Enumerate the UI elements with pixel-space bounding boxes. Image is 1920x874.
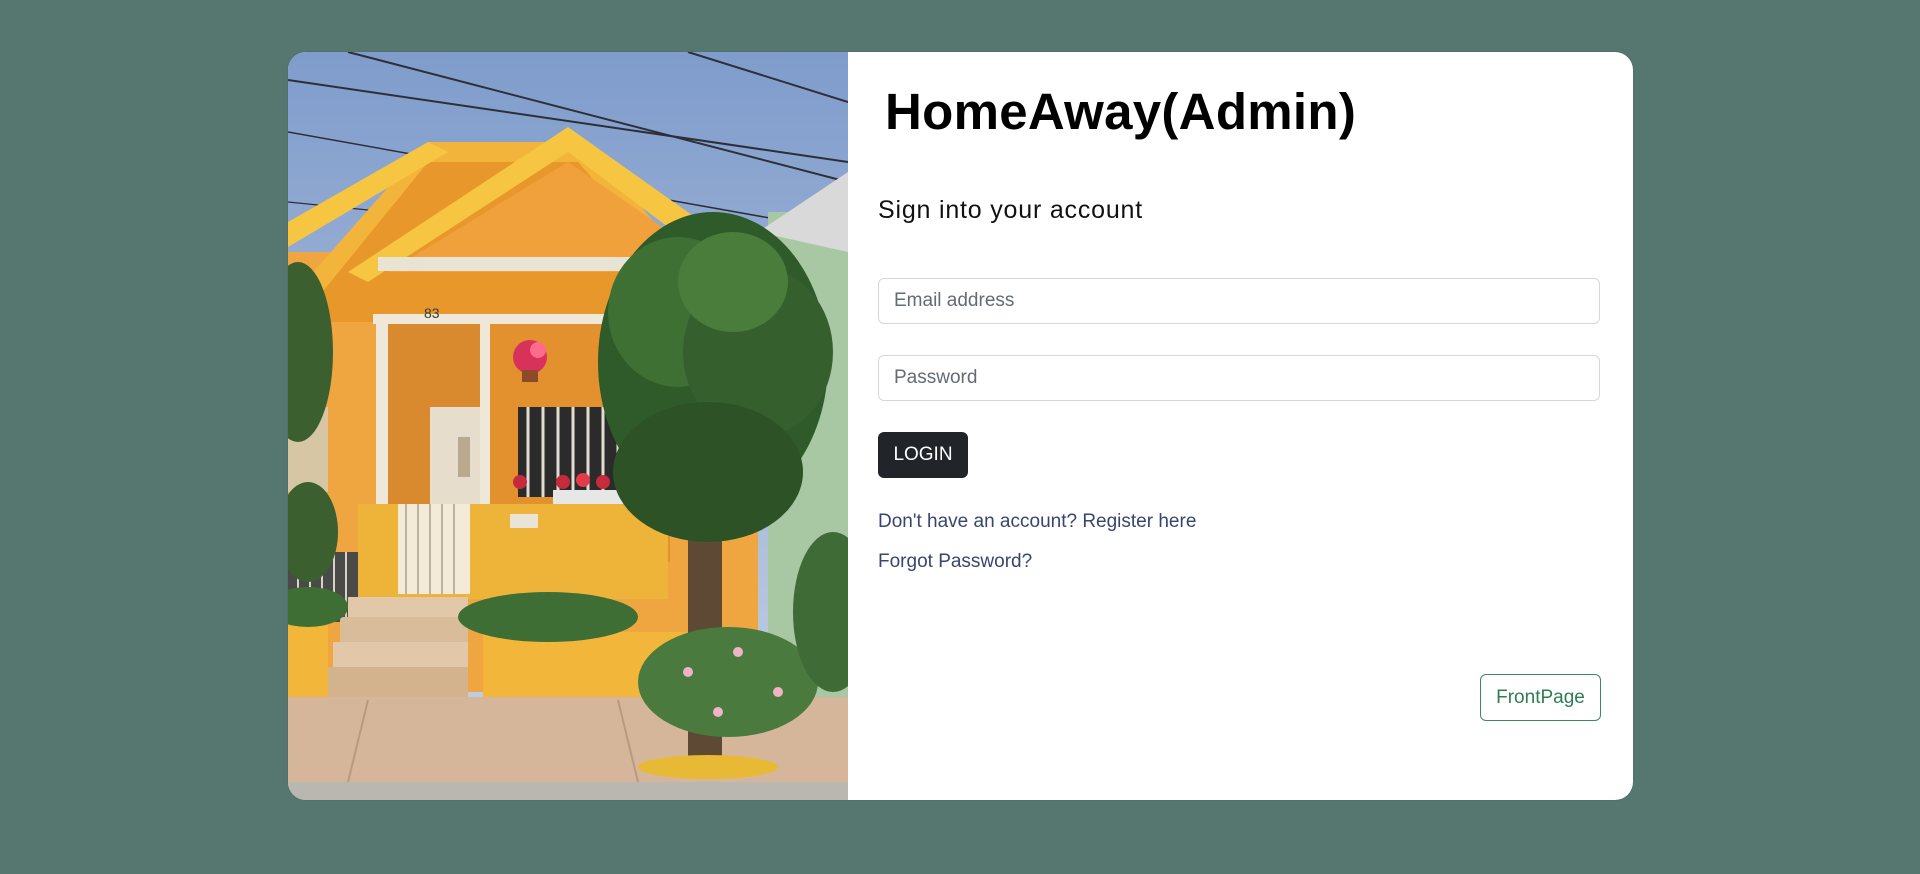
forgot-password-link[interactable]: Forgot Password? [878, 551, 1032, 573]
form-heading: Sign into your account [878, 196, 1143, 224]
register-link[interactable]: Don't have an account? Register here [878, 511, 1196, 533]
login-button[interactable]: LOGIN [878, 432, 968, 478]
house-number: 83 [424, 305, 440, 321]
frontpage-button[interactable]: FrontPage [1480, 674, 1601, 721]
password-input[interactable] [878, 355, 1600, 401]
house-photo: 83 [288, 52, 848, 800]
app-title: HomeAway(Admin) [885, 83, 1357, 140]
login-form-panel: HomeAway(Admin) Sign into your account L… [848, 52, 1633, 800]
login-card: 83 HomeAway(Admin) Sign into your accoun… [288, 52, 1633, 800]
email-input[interactable] [878, 278, 1600, 324]
house-illustration: 83 [288, 52, 848, 800]
